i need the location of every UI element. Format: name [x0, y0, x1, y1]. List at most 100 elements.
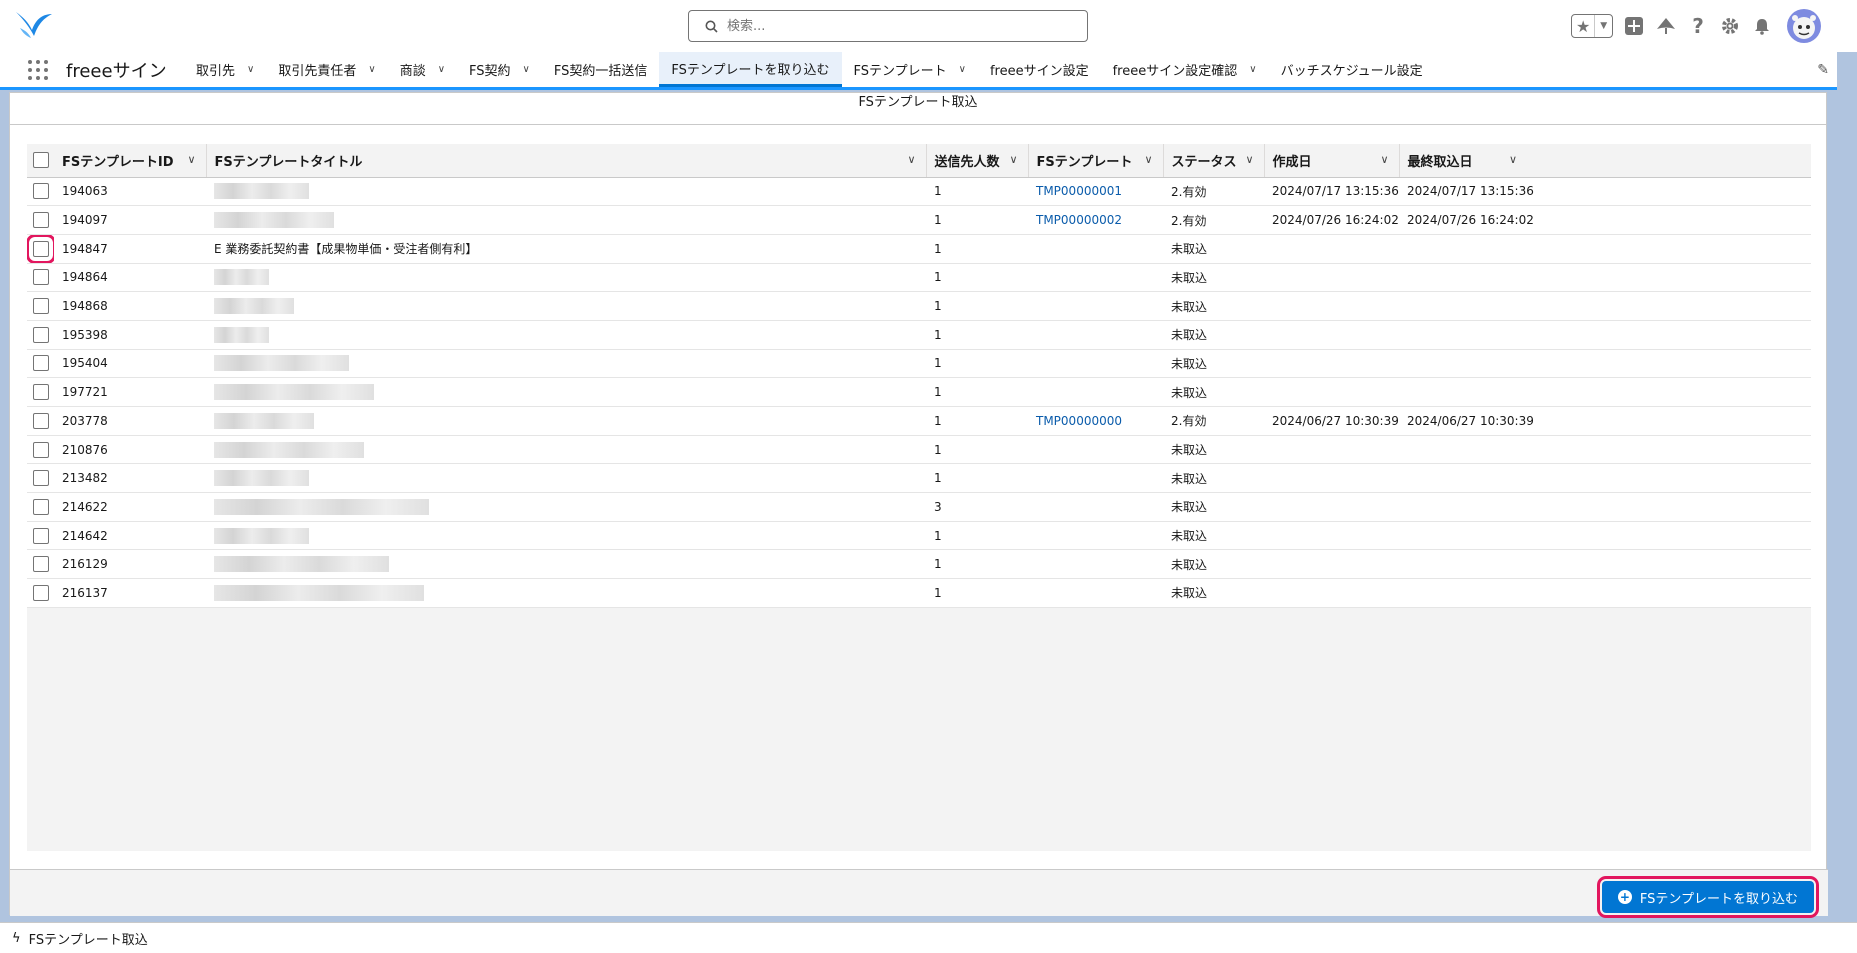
gear-icon[interactable] [1719, 15, 1741, 37]
table-row[interactable]: 214642 1 未取込 [27, 521, 1811, 551]
cell-recipients: 3 [926, 492, 1028, 522]
cell-template-link[interactable]: TMP00000001 [1028, 177, 1163, 207]
help-icon[interactable]: ? [1687, 14, 1709, 38]
table-row[interactable]: 216137 1 未取込 [27, 578, 1811, 608]
app-launcher-icon[interactable] [28, 60, 48, 80]
chevron-down-icon[interactable]: ∨ [438, 64, 445, 75]
chevron-down-icon[interactable]: ∨ [187, 153, 195, 166]
chevron-down-icon[interactable]: ∨ [1380, 153, 1388, 166]
nav-tab[interactable]: バッチスケジュール設定 [1269, 52, 1435, 87]
cell-last-import [1399, 320, 1811, 350]
row-checkbox[interactable] [32, 584, 49, 601]
row-checkbox[interactable] [32, 183, 49, 200]
utility-item[interactable]: ϟ FSテンプレート取込 [12, 929, 148, 948]
table-row[interactable]: 194864 1 未取込 [27, 263, 1811, 293]
bell-icon[interactable] [1751, 15, 1773, 37]
table-row[interactable]: 194868 1 未取込 [27, 291, 1811, 321]
row-checkbox[interactable] [32, 470, 49, 487]
table-row[interactable]: 195398 1 未取込 [27, 320, 1811, 350]
cell-template-link[interactable] [1028, 377, 1163, 407]
col-header-created[interactable]: 作成日 ∨ [1264, 144, 1400, 178]
row-checkbox[interactable] [32, 556, 49, 573]
cell-template-id: 194097 [54, 205, 206, 235]
row-select-cell [27, 435, 54, 465]
nav-tab[interactable]: 取引先責任者 ∨ [266, 52, 387, 87]
star-icon[interactable]: ★ [1572, 15, 1596, 37]
import-template-button[interactable]: + FSテンプレートを取り込む [1596, 876, 1820, 918]
row-checkbox[interactable] [27, 234, 54, 263]
cell-template-link[interactable] [1028, 291, 1163, 321]
row-checkbox[interactable] [32, 326, 49, 343]
cell-template-link[interactable] [1028, 349, 1163, 379]
chevron-down-icon[interactable]: ∨ [1009, 153, 1017, 166]
chevron-down-icon[interactable]: ∨ [1144, 153, 1152, 166]
cell-template-link[interactable] [1028, 578, 1163, 608]
nav-tab[interactable]: 取引先 ∨ [184, 52, 266, 87]
table-row[interactable]: 197721 1 未取込 [27, 377, 1811, 407]
cell-template-link[interactable] [1028, 549, 1163, 580]
col-header-recipients[interactable]: 送信先人数 ∨ [926, 144, 1029, 178]
avatar[interactable] [1787, 9, 1821, 43]
nav-tab[interactable]: FS契約一括送信 [542, 52, 660, 87]
table-row[interactable]: 210876 1 未取込 [27, 435, 1811, 465]
cell-template-link[interactable]: TMP00000000 [1028, 406, 1163, 436]
row-checkbox[interactable] [32, 384, 49, 401]
chevron-down-icon[interactable]: ∨ [1509, 153, 1517, 166]
row-checkbox[interactable] [32, 527, 49, 544]
table-row[interactable]: 195404 1 未取込 [27, 349, 1811, 379]
chevron-down-icon[interactable]: ∨ [1245, 153, 1253, 166]
chevron-down-icon[interactable]: ∨ [907, 153, 915, 166]
select-all-checkbox[interactable] [32, 152, 49, 169]
cell-template-link[interactable] [1028, 435, 1163, 465]
cell-template-link[interactable] [1028, 320, 1163, 350]
row-checkbox[interactable] [32, 355, 49, 372]
table-row[interactable]: 194063 1 TMP00000001 2.有効 2024/07/17 13:15:3… [27, 177, 1811, 207]
chevron-down-icon[interactable]: ∨ [959, 64, 966, 75]
add-icon[interactable] [1623, 15, 1645, 37]
col-header-title[interactable]: FSテンプレートタイトル ∨ [206, 144, 927, 178]
table-row[interactable]: 216129 1 未取込 [27, 549, 1811, 580]
row-checkbox[interactable] [32, 269, 49, 286]
app-logo[interactable] [14, 8, 54, 44]
nav-tab[interactable]: FS契約 ∨ [457, 52, 542, 87]
cell-template-link[interactable]: TMP00000002 [1028, 205, 1163, 235]
edit-nav-icon[interactable]: ✎ [1817, 62, 1829, 78]
cell-template-link[interactable] [1028, 463, 1163, 494]
cell-template-title [206, 263, 926, 293]
cell-template-link[interactable] [1028, 263, 1163, 293]
col-header-status[interactable]: ステータス ∨ [1163, 144, 1265, 178]
cell-template-title [206, 205, 926, 235]
cell-template-link[interactable] [1028, 521, 1163, 551]
chevron-down-icon[interactable]: ∨ [1249, 64, 1256, 75]
table-row[interactable]: 213482 1 未取込 [27, 463, 1811, 494]
table-row[interactable]: 194847 E 業務委託契約書【成果物単価・受注者側有利】 1 未取込 [27, 234, 1811, 264]
col-header-template[interactable]: FSテンプレート ∨ [1028, 144, 1164, 178]
row-checkbox[interactable] [32, 212, 49, 229]
row-checkbox[interactable] [32, 441, 49, 458]
chevron-down-icon[interactable]: ∨ [523, 64, 530, 75]
row-checkbox[interactable] [32, 298, 49, 315]
table-row[interactable]: 214622 3 未取込 [27, 492, 1811, 522]
col-header-last-import[interactable]: 最終取込日 ∨ [1399, 144, 1811, 178]
nav-tab[interactable]: freeeサイン設定確認 ∨ [1101, 52, 1269, 87]
nav-tab[interactable]: freeeサイン設定 [978, 52, 1101, 87]
nav-tab[interactable]: 商談 ∨ [388, 52, 457, 87]
page-scrollbar[interactable] [1837, 52, 1857, 922]
table-row[interactable]: 194097 1 TMP00000002 2.有効 2024/07/26 16:24:0… [27, 205, 1811, 235]
nav-tab[interactable]: FSテンプレートを取り込む [659, 52, 842, 87]
chevron-down-icon[interactable]: ∨ [247, 64, 254, 75]
row-checkbox[interactable] [32, 498, 49, 515]
global-search[interactable] [688, 10, 1088, 42]
search-input[interactable] [727, 16, 1067, 36]
cell-template-link[interactable] [1028, 234, 1163, 264]
chevron-down-icon[interactable]: ∨ [368, 64, 375, 75]
cell-status: 未取込 [1163, 435, 1264, 465]
utility-bar: ϟ FSテンプレート取込 [0, 922, 1857, 953]
row-checkbox[interactable] [32, 412, 49, 429]
nav-tab[interactable]: FSテンプレート ∨ [842, 52, 978, 87]
col-header-id[interactable]: FSテンプレートID ∨ [54, 144, 207, 178]
chevron-down-icon[interactable]: ▼ [1595, 15, 1612, 37]
table-row[interactable]: 203778 1 TMP00000000 2.有効 2024/06/27 10:30:3… [27, 406, 1811, 436]
trailhead-icon[interactable] [1655, 15, 1677, 37]
cell-template-link[interactable] [1028, 492, 1163, 522]
